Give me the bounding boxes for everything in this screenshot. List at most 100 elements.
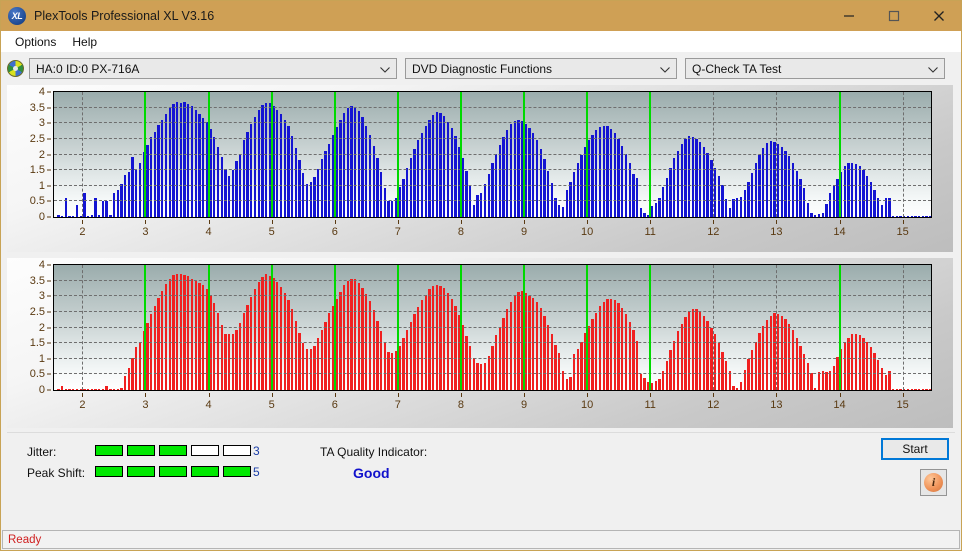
track-marker [144, 265, 147, 390]
track-marker [270, 265, 273, 390]
gridline-vertical [713, 265, 715, 390]
chart-bar [450, 298, 453, 390]
chart-bar [112, 389, 116, 390]
chart-bar [60, 386, 64, 390]
gridline-horizontal [54, 200, 931, 202]
chart-bar [105, 386, 108, 390]
x-axis-label: 12 [707, 399, 720, 411]
y-axis-tick [47, 91, 51, 93]
start-button[interactable]: Start [881, 438, 949, 460]
info-button[interactable]: i [920, 469, 947, 496]
track-marker [207, 265, 210, 390]
y-axis-tick [47, 389, 51, 391]
chart-bar [606, 299, 609, 390]
chart-bar [116, 189, 119, 217]
x-axis-tick [902, 393, 904, 397]
chart-bar [302, 172, 305, 217]
chart-bar [476, 194, 479, 217]
gridline-vertical [776, 92, 778, 217]
chart-bar [431, 286, 435, 390]
chart-bar [506, 130, 509, 217]
chart-bar [90, 215, 93, 217]
drive-select[interactable]: HA:0 ID:0 PX-716A [29, 58, 397, 79]
chart-bar [598, 127, 602, 217]
chart-bar [661, 187, 665, 217]
maximize-icon[interactable] [871, 1, 916, 31]
x-axis-tick [839, 220, 841, 224]
x-axis-tick [397, 220, 399, 224]
chart-bar [929, 216, 931, 217]
x-axis-tick [397, 393, 399, 397]
x-axis-label: 3 [142, 399, 149, 411]
menu-item-options[interactable]: Options [7, 33, 64, 51]
chart-bar [828, 192, 832, 217]
close-icon[interactable] [916, 1, 961, 31]
y-axis-label: 3.5 [29, 101, 45, 114]
chart-bar [413, 148, 416, 217]
chart-bar [231, 169, 234, 217]
chart-bar [279, 113, 283, 217]
application-window: XL PlexTools Professional XL V3.16 Optio… [0, 0, 962, 551]
chart-bar [335, 127, 338, 217]
chart-bar [465, 170, 468, 217]
x-axis-tick [587, 220, 589, 224]
chart-bar [328, 143, 331, 217]
chart-bar [454, 136, 457, 217]
chart-bar [710, 327, 713, 390]
chart-bar [699, 311, 702, 390]
chart-bar [198, 113, 201, 217]
gridline-horizontal [54, 310, 931, 312]
chart-bar [591, 318, 594, 390]
chart-bar [914, 389, 917, 390]
chart-bar [60, 216, 64, 217]
chart-bar [313, 177, 316, 217]
gridline-horizontal [54, 373, 931, 375]
chart-bar [762, 148, 765, 217]
chart-bar [201, 117, 205, 217]
function-select[interactable]: DVD Diagnostic Functions [405, 58, 677, 79]
peak-shift-chart-panel: 0 0.5 1 1.5 2 2.5 3 3.5 4 2 3 4 5 6 7 8 9 10 11 12 13 14 15 [7, 258, 953, 428]
chart-bar [287, 300, 290, 390]
chart-bar [732, 198, 735, 217]
chart-bar [83, 192, 86, 217]
window-title: PlexTools Professional XL V3.16 [34, 9, 215, 23]
test-select[interactable]: Q-Check TA Test [685, 58, 945, 79]
chart-bar [316, 338, 320, 390]
chart-bar [802, 354, 806, 390]
minimize-icon[interactable] [826, 1, 871, 31]
menu-item-help[interactable]: Help [64, 33, 105, 51]
chart-bar [799, 345, 802, 390]
chart-bar [324, 321, 327, 390]
gridline-horizontal [54, 184, 931, 186]
peak-shift-chart-plot [53, 264, 932, 391]
chart-bar [806, 363, 809, 390]
chart-bar [636, 340, 639, 390]
gridline-vertical [82, 92, 84, 217]
x-axis-label: 4 [205, 226, 212, 238]
gridline-horizontal [54, 295, 931, 297]
chart-bar [628, 321, 631, 390]
chart-bar [613, 300, 617, 390]
chart-bar [213, 303, 216, 390]
chart-bar [361, 117, 364, 217]
track-marker [459, 265, 462, 390]
info-icon: i [924, 473, 943, 492]
x-axis-label: 14 [833, 226, 846, 238]
y-axis-label: 1.5 [29, 337, 45, 350]
chart-bar [877, 360, 880, 390]
x-axis-tick [208, 220, 210, 224]
gridline-horizontal [54, 264, 931, 265]
chart-bar [242, 313, 246, 390]
chart-bar [502, 137, 505, 217]
chart-bar [495, 335, 498, 390]
chart-bar [216, 146, 220, 217]
chart-bar [565, 379, 568, 390]
chart-bar [728, 207, 732, 217]
chart-bar [736, 387, 739, 390]
y-axis-label: 0.5 [29, 368, 45, 381]
chart-bar [116, 389, 119, 390]
chart-bar [899, 389, 902, 390]
y-axis-label: 0 [38, 384, 45, 396]
x-axis-label: 15 [896, 226, 909, 238]
x-axis-label: 5 [268, 399, 275, 411]
